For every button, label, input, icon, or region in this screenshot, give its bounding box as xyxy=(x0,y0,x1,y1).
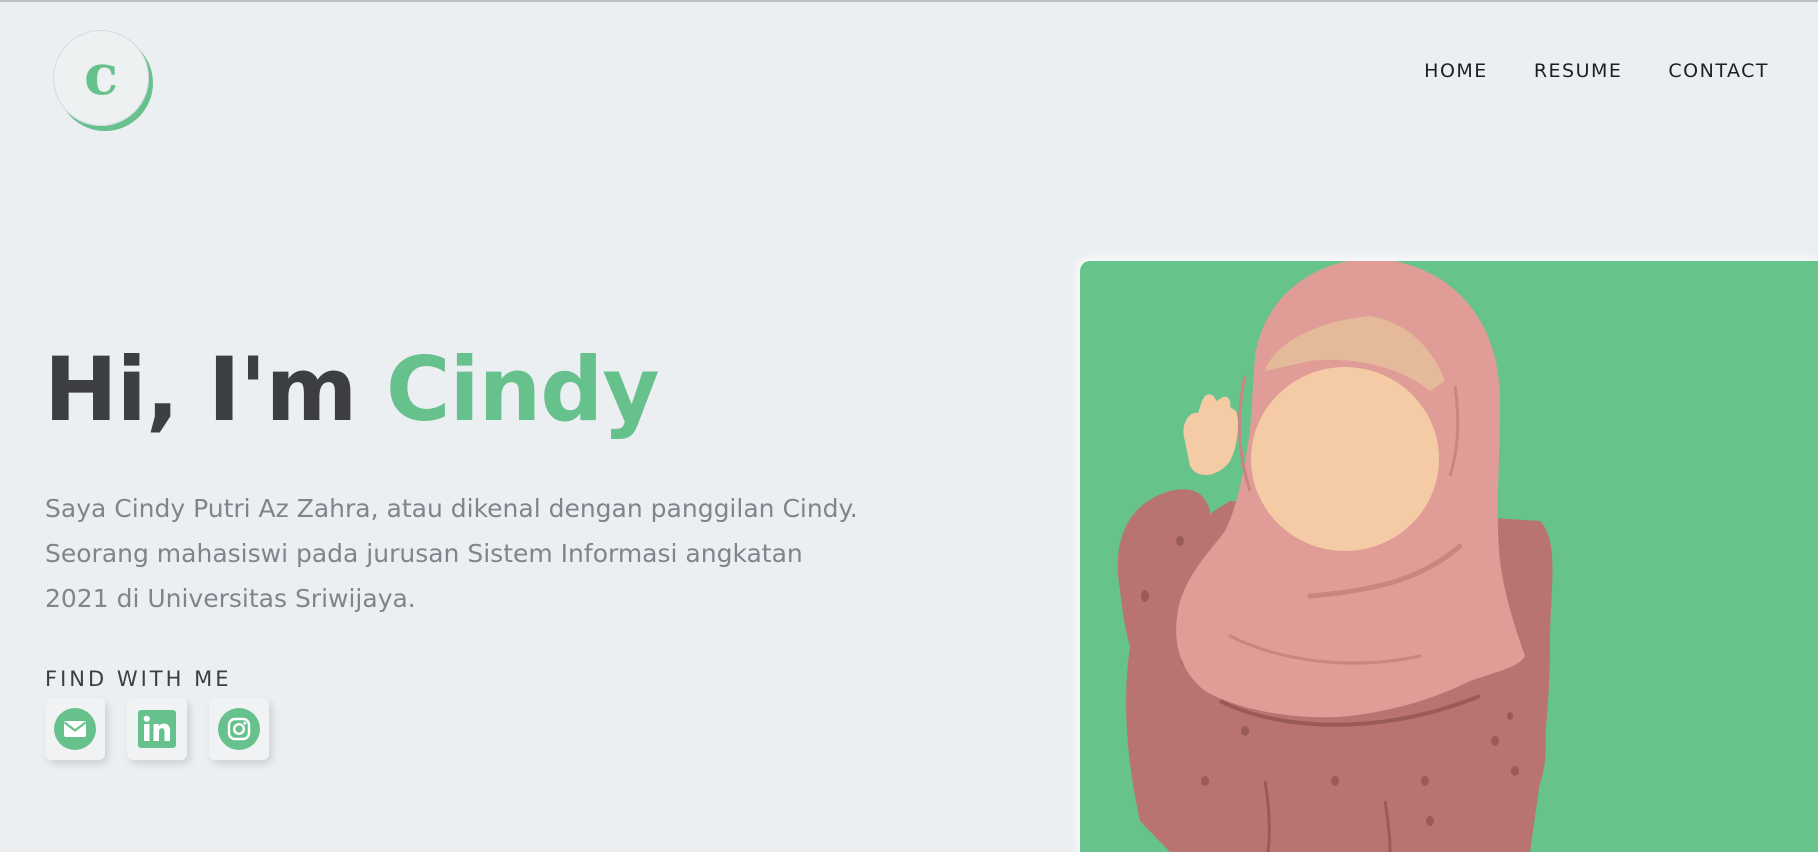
hero-title: Hi, I'm Cindy xyxy=(44,346,660,434)
find-with-me-label: FIND WITH ME xyxy=(45,667,232,691)
logo-letter: c xyxy=(83,42,119,108)
email-button[interactable] xyxy=(45,698,105,760)
linkedin-icon xyxy=(138,710,176,748)
nav-home[interactable]: HOME xyxy=(1424,60,1488,82)
hero-description: Saya Cindy Putri Az Zahra, atau dikenal … xyxy=(45,494,858,613)
instagram-icon xyxy=(218,708,260,750)
social-links xyxy=(45,698,269,760)
hero-name: Cindy xyxy=(385,338,660,441)
nav-resume[interactable]: RESUME xyxy=(1534,60,1623,82)
nav-contact[interactable]: CONTACT xyxy=(1668,60,1769,82)
main-nav: HOME RESUME CONTACT xyxy=(1424,60,1769,82)
instagram-button[interactable] xyxy=(209,698,269,760)
hijab-girl-waving-illustration xyxy=(1117,261,1553,852)
hero-illustration-panel xyxy=(1080,261,1818,852)
email-icon xyxy=(54,708,96,750)
logo[interactable]: c xyxy=(53,30,149,126)
linkedin-button[interactable] xyxy=(127,698,187,760)
hero-greeting: Hi, I'm xyxy=(44,338,357,441)
